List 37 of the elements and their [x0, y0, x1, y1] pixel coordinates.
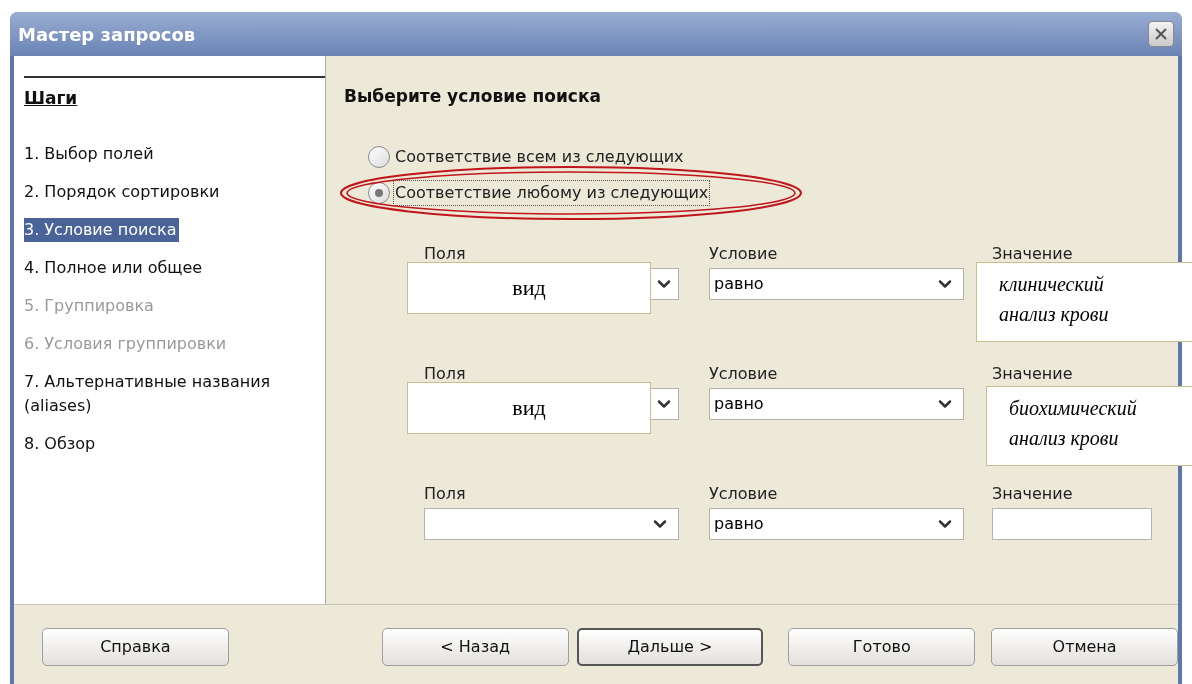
dialog-button[interactable]: Справка	[42, 627, 229, 666]
condition-label: Условие	[709, 243, 779, 264]
step-item[interactable]: 4. Полное или общее	[24, 255, 205, 280]
annotation-note: вид	[407, 381, 651, 434]
close-button[interactable]	[1148, 21, 1174, 47]
step-item[interactable]: 3. Условие поиска	[24, 217, 179, 242]
step-item[interactable]: 8. Обзор	[24, 431, 98, 456]
annotation-note: биохимический анализ крови	[986, 385, 1192, 466]
radio-button[interactable]	[368, 145, 390, 168]
steps-title: Шаги	[24, 88, 78, 108]
radio-button[interactable]	[368, 181, 390, 204]
value-label: Значение	[992, 483, 1074, 504]
annotation-note: вид	[407, 261, 651, 314]
dialog-button[interactable]: < Назад	[381, 627, 569, 666]
dropdown[interactable]: равно	[709, 267, 964, 300]
dialog-button[interactable]: Дальше >	[576, 627, 764, 666]
step-item[interactable]: 2. Порядок сортировки	[24, 179, 222, 204]
dialog-button[interactable]: Готово	[788, 627, 976, 666]
condition-label: Условие	[709, 483, 779, 504]
step-item[interactable]: 7. Альтернативные названия (aliases)	[24, 369, 325, 418]
dropdown[interactable]	[651, 387, 679, 420]
condition-label: Условие	[709, 363, 779, 384]
dropdown[interactable]: равно	[709, 387, 964, 420]
dropdown[interactable]	[651, 267, 679, 300]
annotation-note: клинический анализ крови	[976, 261, 1192, 342]
field-label: Поля	[424, 363, 467, 384]
value-label: Значение	[992, 243, 1074, 264]
window-title: Мастер запросов	[18, 22, 196, 47]
value-label: Значение	[992, 363, 1074, 384]
field-label: Поля	[424, 243, 467, 264]
step-item[interactable]: 1. Выбор полей	[24, 141, 156, 166]
radio-label[interactable]: Соответствие всем из следующих	[394, 144, 685, 169]
dialog-button[interactable]: Отмена	[991, 627, 1178, 666]
field-label: Поля	[424, 483, 467, 504]
page-heading: Выберите условие поиска	[344, 86, 601, 106]
value-field[interactable]	[992, 507, 1152, 540]
dropdown[interactable]: равно	[709, 507, 964, 540]
